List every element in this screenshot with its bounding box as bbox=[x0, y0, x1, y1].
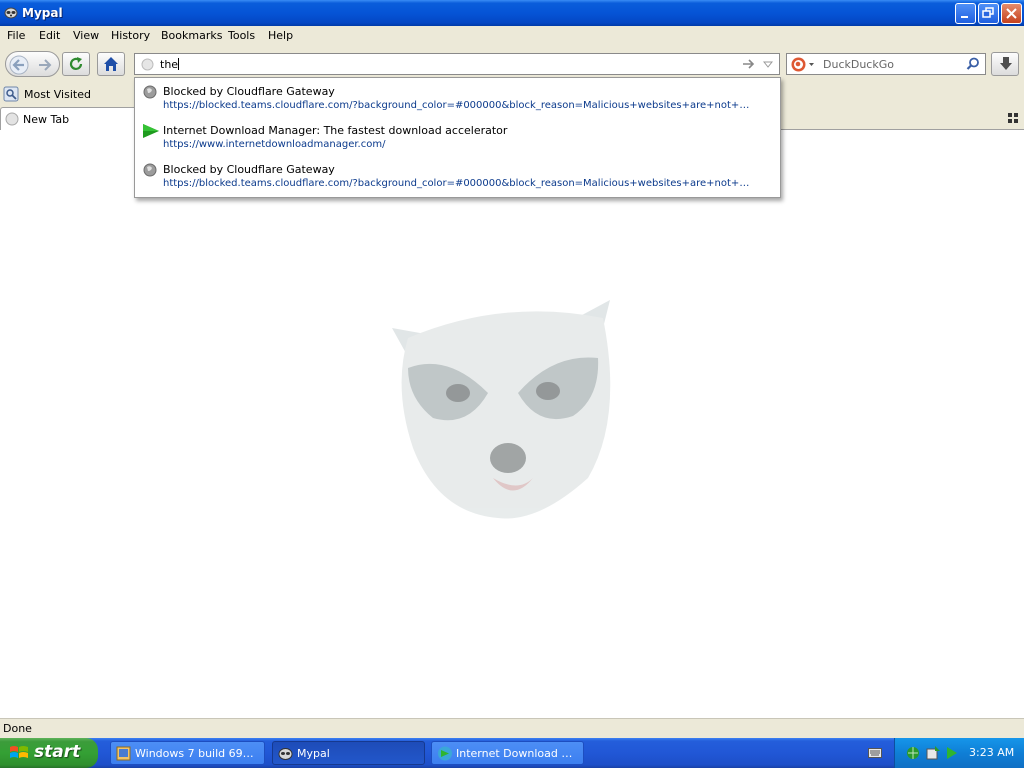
forward-arrow-icon[interactable] bbox=[37, 57, 53, 73]
taskbar-item[interactable]: Windows 7 build 6941... bbox=[110, 741, 265, 765]
menu-view[interactable]: View bbox=[73, 29, 99, 42]
window-title: Mypal bbox=[22, 6, 63, 20]
url-input[interactable]: the bbox=[160, 58, 180, 71]
network-icon[interactable] bbox=[905, 745, 921, 761]
autocomplete-item[interactable]: Blocked by Cloudflare Gateway https://bl… bbox=[135, 156, 780, 194]
tab-new-tab[interactable]: New Tab bbox=[0, 107, 140, 130]
menu-history[interactable]: History bbox=[111, 29, 150, 42]
taskbar-item-label: Windows 7 build 6941... bbox=[135, 747, 260, 760]
mypal-raccoon-logo bbox=[392, 300, 611, 519]
autocomplete-title: Internet Download Manager: The fastest d… bbox=[163, 124, 508, 137]
search-icon[interactable] bbox=[966, 57, 980, 71]
menu-bar: File Edit View History Bookmarks Tools H… bbox=[0, 26, 1024, 46]
search-input[interactable]: DuckDuckGo bbox=[823, 58, 894, 71]
autocomplete-item[interactable]: Internet Download Manager: The fastest d… bbox=[135, 117, 780, 155]
menu-bookmarks[interactable]: Bookmarks bbox=[161, 29, 222, 42]
restore-button[interactable] bbox=[978, 3, 999, 24]
minimize-button[interactable] bbox=[955, 3, 976, 24]
start-button[interactable]: start bbox=[0, 738, 98, 768]
go-arrow-icon[interactable] bbox=[742, 58, 755, 70]
taskbar-item[interactable]: Internet Download M... bbox=[431, 741, 584, 765]
minimize-icon bbox=[961, 16, 968, 18]
idm-tray-icon[interactable] bbox=[945, 745, 959, 761]
url-autocomplete-popup: Blocked by Cloudflare Gateway https://bl… bbox=[134, 77, 781, 198]
safely-remove-hardware-icon[interactable] bbox=[925, 745, 941, 761]
menu-tools[interactable]: Tools bbox=[228, 29, 255, 42]
restore-icon bbox=[982, 7, 994, 18]
tab-label: New Tab bbox=[23, 113, 70, 126]
home-icon bbox=[104, 57, 118, 71]
url-dropdown-icon[interactable] bbox=[763, 61, 773, 68]
window-titlebar[interactable]: Mypal bbox=[0, 0, 1024, 26]
status-bar: Done bbox=[0, 718, 1024, 738]
start-label: start bbox=[34, 742, 81, 762]
system-tray: 3:23 AM bbox=[894, 738, 1024, 768]
idm-icon bbox=[143, 124, 159, 138]
status-text: Done bbox=[3, 722, 32, 735]
autocomplete-url: https://blocked.teams.cloudflare.com/?ba… bbox=[163, 178, 753, 189]
virtualbox-window-icon bbox=[116, 746, 131, 761]
menu-help[interactable]: Help bbox=[268, 29, 293, 42]
mypal-raccoon-icon bbox=[4, 7, 18, 19]
reload-button[interactable] bbox=[62, 52, 90, 76]
autocomplete-url: https://www.internetdownloadmanager.com/ bbox=[163, 139, 386, 150]
idm-icon bbox=[438, 746, 452, 761]
tab-grid-icon[interactable] bbox=[1008, 113, 1018, 123]
back-forward-group bbox=[5, 51, 60, 77]
page-content bbox=[0, 130, 1024, 718]
url-bar[interactable]: the bbox=[134, 53, 780, 75]
close-icon bbox=[1006, 8, 1017, 19]
close-button[interactable] bbox=[1001, 3, 1022, 24]
bookmark-label: Most Visited bbox=[24, 88, 91, 101]
taskbar-item-label: Internet Download M... bbox=[456, 747, 581, 760]
autocomplete-item[interactable]: Blocked by Cloudflare Gateway https://bl… bbox=[135, 78, 780, 116]
autocomplete-title: Blocked by Cloudflare Gateway bbox=[163, 85, 335, 98]
most-visited-folder-icon bbox=[3, 86, 19, 102]
reload-icon bbox=[69, 57, 83, 70]
keyboard-layout-icon[interactable] bbox=[868, 747, 882, 759]
menu-edit[interactable]: Edit bbox=[39, 29, 60, 42]
windows-flag-icon bbox=[10, 746, 28, 758]
taskbar-item[interactable]: Mypal bbox=[272, 741, 425, 765]
menu-file[interactable]: File bbox=[7, 29, 25, 42]
autocomplete-title: Blocked by Cloudflare Gateway bbox=[163, 163, 335, 176]
taskbar: start Windows 7 build 6941... Mypal Inte… bbox=[0, 738, 1024, 768]
taskbar-item-label: Mypal bbox=[297, 747, 330, 760]
home-button[interactable] bbox=[97, 52, 125, 76]
back-arrow-icon[interactable] bbox=[9, 55, 29, 75]
globe-icon bbox=[143, 85, 157, 99]
page-globe-icon bbox=[141, 58, 154, 71]
mypal-raccoon-icon bbox=[278, 748, 293, 760]
search-bar[interactable]: DuckDuckGo bbox=[786, 53, 986, 75]
downloads-button[interactable] bbox=[991, 52, 1019, 76]
clock[interactable]: 3:23 AM bbox=[969, 746, 1014, 759]
autocomplete-url: https://blocked.teams.cloudflare.com/?ba… bbox=[163, 100, 753, 111]
globe-icon bbox=[143, 163, 157, 177]
download-arrow-icon bbox=[1000, 57, 1012, 70]
duckduckgo-icon[interactable] bbox=[791, 57, 815, 72]
new-tab-page-icon bbox=[5, 112, 19, 126]
